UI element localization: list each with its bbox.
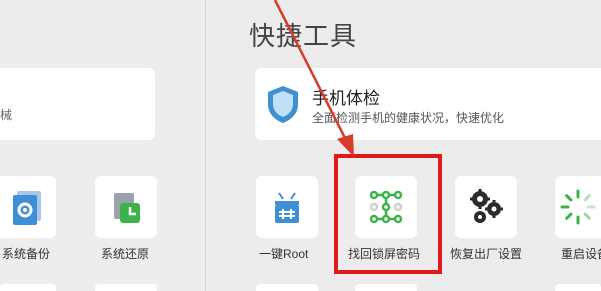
one-click-root-label: 一键Root: [259, 247, 309, 261]
restart-device-tile[interactable]: [555, 176, 601, 238]
one-click-root-tile[interactable]: [256, 176, 318, 238]
system-backup-tile[interactable]: [0, 176, 56, 238]
checkup-title: 手机体检: [312, 89, 380, 108]
phone-checkup-card[interactable]: [255, 68, 601, 140]
system-backup-label: 系统备份: [2, 247, 51, 261]
system-restore-label: 系统还原: [101, 247, 150, 261]
left-pane: 械 系统备份 系统还原: [0, 0, 205, 291]
factory-reset-tile[interactable]: [455, 176, 517, 238]
shield-icon: [268, 86, 298, 123]
gear-document-icon: [13, 191, 41, 225]
checkup-description: 全面检测手机的健康状况，快速优化: [312, 111, 505, 125]
bottom-tile-2: [355, 284, 417, 291]
factory-reset-label: 恢复出厂设置: [450, 247, 523, 261]
left-banner-card[interactable]: 械: [0, 68, 155, 140]
highlight-box: [334, 154, 442, 274]
left-bottom-tile-1: [0, 284, 56, 291]
bottom-tile-1: [256, 284, 318, 291]
android-root-icon: [275, 192, 299, 223]
left-banner-text: 械: [0, 108, 13, 122]
left-bottom-tile-2: [95, 284, 157, 291]
clock-restore-icon: [114, 193, 140, 223]
restart-spinner-icon: [560, 189, 596, 225]
gears-icon: [470, 189, 503, 223]
section-title: 快捷工具: [249, 21, 358, 51]
system-restore-tile[interactable]: [95, 176, 157, 238]
restart-device-label: 重启设备: [561, 247, 601, 261]
bottom-tile-4: [555, 284, 601, 291]
